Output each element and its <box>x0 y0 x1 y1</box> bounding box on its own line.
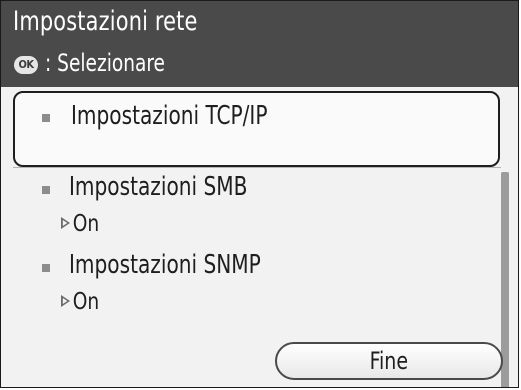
value-arrow-icon <box>61 217 70 229</box>
done-button-label: Fine <box>369 347 409 375</box>
bullet-square-icon <box>42 186 50 194</box>
list-item-value: On <box>61 289 99 315</box>
list-item-label: Impostazioni TCP/IP <box>71 101 268 131</box>
list-item-snmp[interactable]: Impostazioni SNMP On <box>1 249 501 331</box>
header-bar: Impostazioni rete OK : Selezionare <box>1 1 518 87</box>
list-item-tcpip[interactable]: Impostazioni TCP/IP <box>13 91 500 167</box>
page-title: Impostazioni rete <box>13 6 198 37</box>
list-item-value-text: On <box>72 289 100 315</box>
divider <box>13 167 501 168</box>
instruction-text: : Selezionare <box>45 49 165 77</box>
list-item-label: Impostazioni SNMP <box>69 250 261 280</box>
ok-button-icon: OK <box>14 56 38 74</box>
bullet-square-icon <box>42 264 50 272</box>
list-item-value: On <box>61 211 99 237</box>
done-button[interactable]: Fine <box>275 342 503 380</box>
device-screen: Impostazioni rete OK : Selezionare Impos… <box>0 0 519 388</box>
list-item-value-text: On <box>72 211 100 237</box>
list-item-smb[interactable]: Impostazioni SMB On <box>1 171 501 253</box>
value-arrow-icon <box>61 295 70 307</box>
settings-list: Impostazioni TCP/IP Impostazioni SMB On … <box>1 87 518 387</box>
bullet-square-icon <box>42 114 50 122</box>
list-item-label: Impostazioni SMB <box>69 172 248 202</box>
